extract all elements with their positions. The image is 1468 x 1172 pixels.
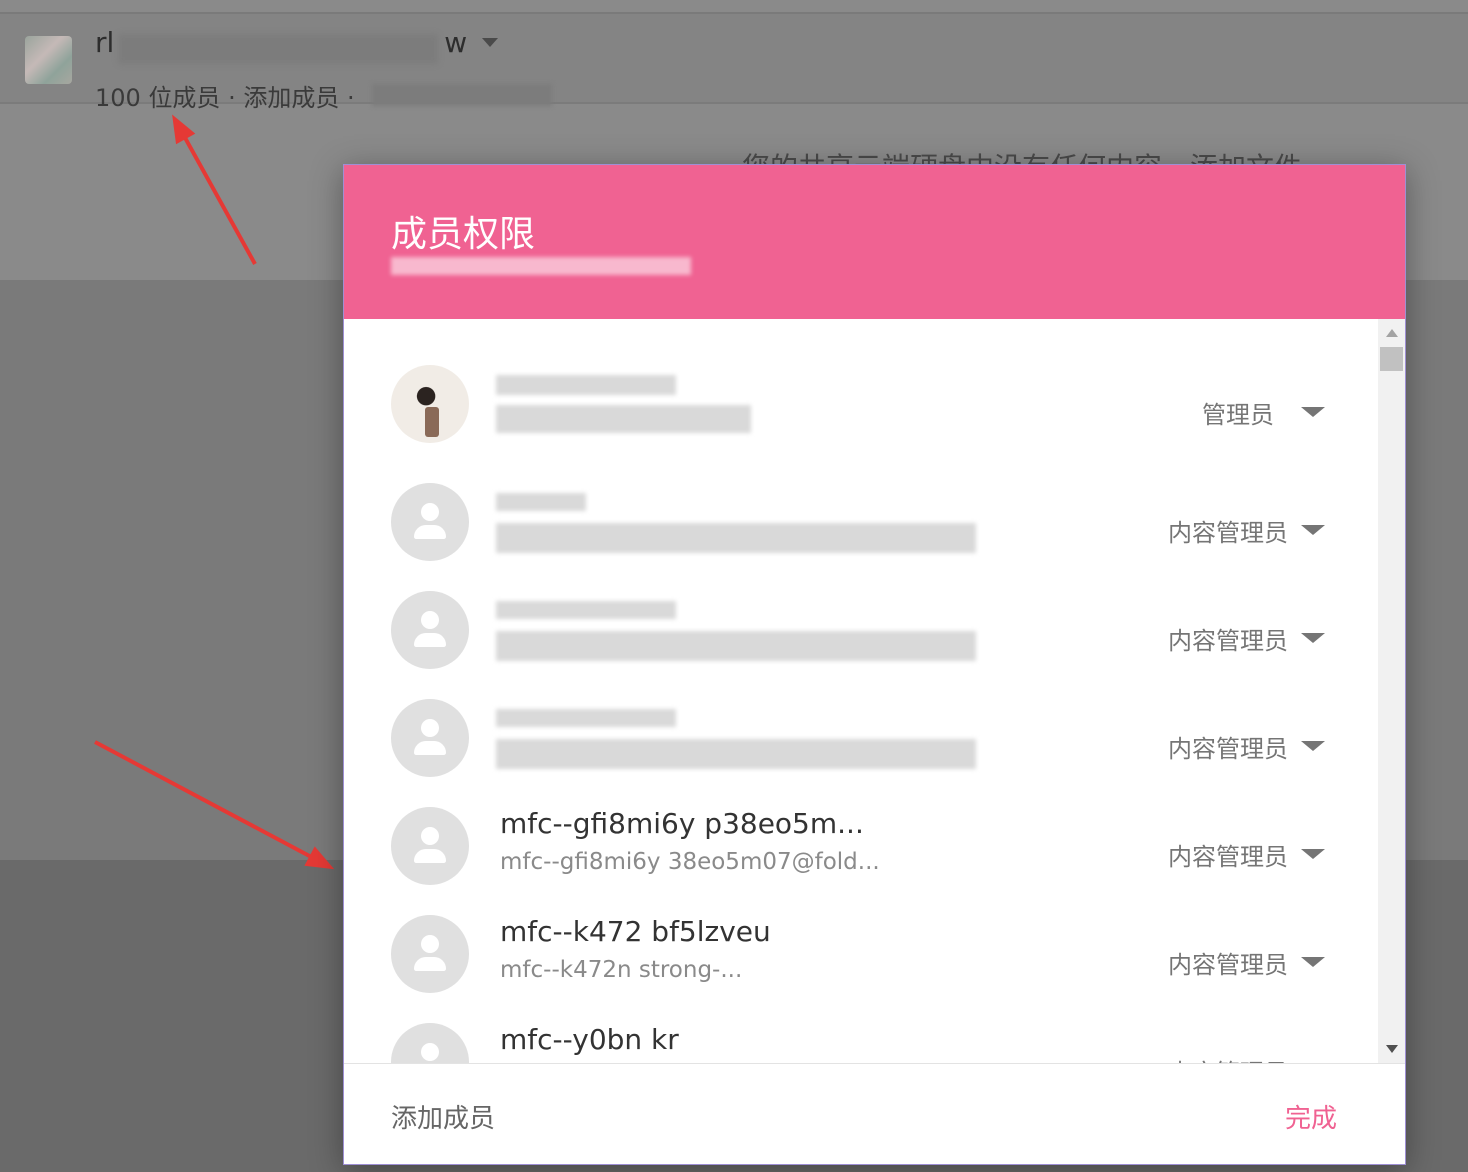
shared-drive-thumbnail (25, 36, 72, 84)
member-name: mfc--gfi8mi6y p38eo5m... (500, 807, 864, 840)
member-email: mfc--k472n strong-... (500, 957, 743, 983)
redacted-text (496, 601, 676, 619)
dialog-footer: 添加成员 完成 (344, 1063, 1405, 1164)
chevron-down-icon[interactable] (1301, 525, 1325, 535)
member-row: 内容管理员 (344, 473, 1378, 581)
avatar (391, 1023, 469, 1063)
scroll-up-arrow-icon[interactable] (1386, 329, 1398, 337)
redacted-text (391, 257, 691, 275)
add-member-button[interactable]: 添加成员 (391, 1098, 495, 1135)
avatar (391, 915, 469, 993)
member-permissions-dialog: 成员权限 管理员 内容管理员 内容管理员 内容管理员 mfc--gfi8mi6y… (343, 164, 1406, 1165)
avatar (391, 591, 469, 669)
avatar (391, 699, 469, 777)
role-select[interactable]: 内容管理员 (1168, 513, 1288, 548)
role-select[interactable]: 内容管理员 (1168, 945, 1288, 980)
member-row: mfc--y0bn kr 内容管理员 (344, 1013, 1378, 1063)
role-select[interactable]: 内容管理员 (1168, 621, 1288, 656)
person-icon (421, 611, 439, 629)
chevron-down-icon[interactable] (1301, 741, 1325, 751)
avatar (391, 365, 469, 443)
chevron-down-icon[interactable] (1301, 407, 1325, 417)
redacted-text (118, 34, 438, 64)
redacted-text (372, 84, 552, 106)
avatar (391, 807, 469, 885)
member-name: mfc--y0bn kr (500, 1023, 679, 1056)
redacted-text (496, 709, 676, 727)
dialog-header: 成员权限 (344, 165, 1405, 319)
dialog-title: 成员权限 (391, 214, 536, 255)
shared-drive-subtitle: 100 位成员 · 添加成员 · (95, 84, 355, 112)
chevron-down-icon[interactable] (1301, 957, 1325, 967)
person-icon (421, 827, 439, 845)
chevron-down-icon[interactable] (482, 38, 498, 47)
redacted-text (496, 405, 751, 433)
member-row: mfc--gfi8mi6y p38eo5m... mfc--gfi8mi6y 3… (344, 797, 1378, 905)
person-icon (421, 935, 439, 953)
redacted-text (496, 631, 976, 661)
person-icon (421, 1043, 439, 1061)
member-row: mfc--k472 bf5lzveu mfc--k472n strong-...… (344, 905, 1378, 1013)
redacted-text (496, 375, 676, 395)
scroll-down-arrow-icon[interactable] (1386, 1045, 1398, 1053)
redacted-text (496, 493, 586, 511)
redacted-text (496, 739, 976, 769)
chevron-down-icon[interactable] (1301, 849, 1325, 859)
role-select[interactable]: 内容管理员 (1168, 1053, 1288, 1063)
shared-drive-header: rl w 100 位成员 · 添加成员 · (0, 14, 1468, 112)
redacted-text (496, 523, 976, 553)
member-row: 管理员 (344, 319, 1378, 443)
role-select[interactable]: 内容管理员 (1168, 837, 1288, 872)
member-row: 内容管理员 (344, 581, 1378, 689)
member-row: 内容管理员 (344, 689, 1378, 797)
role-select[interactable]: 管理员 (1202, 395, 1274, 430)
member-name: mfc--k472 bf5lzveu (500, 915, 771, 948)
member-email: mfc--gfi8mi6y 38eo5m07@fold... (500, 849, 880, 875)
role-select[interactable]: 内容管理员 (1168, 729, 1288, 764)
done-button[interactable]: 完成 (1285, 1098, 1337, 1135)
member-list[interactable]: 管理员 内容管理员 内容管理员 内容管理员 mfc--gfi8mi6y p38e… (344, 319, 1378, 1063)
avatar (391, 483, 469, 561)
person-icon (421, 719, 439, 737)
person-icon (421, 503, 439, 521)
chevron-down-icon[interactable] (1301, 633, 1325, 643)
scrollbar-thumb[interactable] (1380, 347, 1403, 371)
scrollbar[interactable] (1378, 319, 1405, 1063)
